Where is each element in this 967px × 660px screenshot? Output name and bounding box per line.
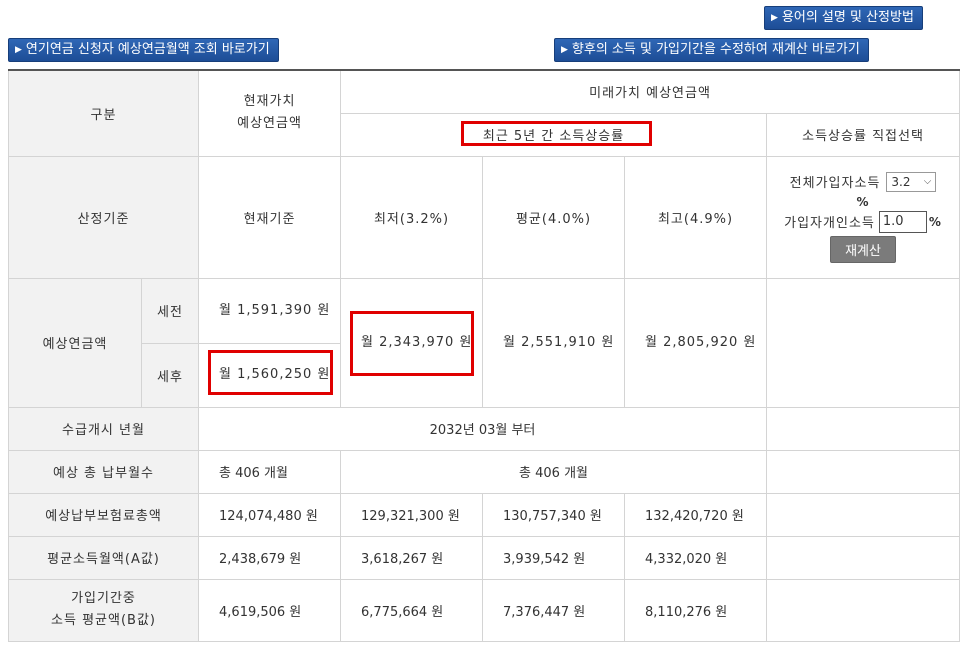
- criteria-high: 최고(4.9%): [624, 155, 768, 279]
- b-value-current: 4,619,506 원: [198, 578, 342, 642]
- start-date-label: 수급개시 년월: [7, 406, 200, 451]
- personal-income-label: 가입자개인소득: [784, 216, 875, 231]
- percent-unit: %: [856, 194, 870, 209]
- criteria-label: 산정기준: [7, 155, 200, 279]
- b-value-low: 6,775,664 원: [340, 578, 484, 642]
- chevron-down-icon: ⌵: [923, 175, 932, 187]
- custom-rate-header: 소득상승률 직접선택: [766, 112, 961, 157]
- empty-cell: [766, 492, 961, 537]
- premium-total-label: 예상납부보험료총액: [7, 492, 200, 537]
- premium-low: 129,321,300 원: [340, 492, 484, 537]
- criteria-avg: 평균(4.0%): [482, 155, 626, 279]
- a-value-label: 평균소득월액(A값): [7, 535, 200, 580]
- criteria-low: 최저(3.2%): [340, 155, 484, 279]
- recalculate-link-button[interactable]: ▶ 향후의 소득 및 가입기간을 수정하여 재계산 바로가기: [554, 38, 869, 62]
- future-value-header: 미래가치 예상연금액: [340, 69, 961, 114]
- current-posttax-amount: 월 1,560,250 원: [198, 342, 342, 408]
- premium-high: 132,420,720 원: [624, 492, 768, 537]
- pension-estimate-table: 구분 현재가치 예상연금액 미래가치 예상연금액 최근 5년 간 소득상승률 소…: [7, 69, 961, 642]
- arrow-right-icon: ▶: [15, 45, 22, 55]
- high-pension-amount: 월 2,805,920 원: [624, 277, 768, 408]
- b-value-avg: 7,376,447 원: [482, 578, 626, 642]
- glossary-button[interactable]: ▶ 용어의 설명 및 산정방법: [764, 6, 923, 30]
- posttax-label: 세후: [140, 342, 200, 408]
- current-total-months: 총 406 개월: [198, 449, 342, 494]
- current-pretax-amount: 월 1,591,390 원: [198, 277, 342, 344]
- all-income-rate-value: 3.2: [891, 174, 911, 189]
- category-header: 구분: [7, 69, 200, 157]
- rate-controls-cell: 전체가입자소득 3.2 ⌵ % 가입자개인소득 1.0 % 재계산: [766, 155, 961, 279]
- premium-current: 124,074,480 원: [198, 492, 342, 537]
- recalculate-button[interactable]: 재계산: [830, 235, 896, 263]
- empty-cell: [766, 277, 961, 408]
- total-months-label: 예상 총 납부월수: [7, 449, 200, 494]
- personal-income-rate-input[interactable]: 1.0: [878, 210, 927, 233]
- start-date-value: 2032년 03월 부터: [198, 406, 768, 451]
- empty-cell: [766, 406, 961, 451]
- lookup-button-label: 연기연금 신청자 예상연금월액 조회 바로가기: [25, 42, 270, 57]
- a-value-avg: 3,939,542 원: [482, 535, 626, 580]
- pretax-label: 세전: [140, 277, 200, 344]
- all-income-label: 전체가입자소득: [789, 176, 881, 191]
- percent-unit-2: %: [928, 214, 942, 229]
- glossary-button-label: 용어의 설명 및 산정방법: [781, 10, 914, 25]
- a-value-low: 3,618,267 원: [340, 535, 484, 580]
- a-value-high: 4,332,020 원: [624, 535, 768, 580]
- lookup-deferred-pension-button[interactable]: ▶ 연기연금 신청자 예상연금월액 조회 바로가기: [8, 38, 279, 62]
- arrow-right-icon: ▶: [771, 13, 778, 23]
- pension-label: 예상연금액: [8, 277, 142, 408]
- all-income-rate-select[interactable]: 3.2 ⌵: [886, 171, 937, 192]
- b-value-label: 가입기간중 소득 평균액(B값): [7, 578, 200, 642]
- all-income-row: 전체가입자소득 3.2 ⌵: [767, 171, 959, 192]
- personal-income-row: 가입자개인소득 1.0 %: [767, 210, 959, 233]
- low-pension-amount: 월 2,343,970 원: [340, 277, 484, 408]
- arrow-right-icon: ▶: [561, 45, 568, 55]
- criteria-current: 현재기준: [198, 155, 342, 279]
- recent-rate-header: 최근 5년 간 소득상승률: [340, 112, 768, 157]
- empty-cell: [766, 535, 961, 580]
- future-total-months: 총 406 개월: [340, 449, 768, 494]
- empty-cell: [766, 449, 961, 494]
- avg-pension-amount: 월 2,551,910 원: [482, 277, 626, 408]
- empty-cell: [766, 578, 961, 642]
- premium-avg: 130,757,340 원: [482, 492, 626, 537]
- a-value-current: 2,438,679 원: [198, 535, 342, 580]
- recalc-link-label: 향후의 소득 및 가입기간을 수정하여 재계산 바로가기: [571, 42, 860, 57]
- present-value-header: 현재가치 예상연금액: [198, 69, 342, 157]
- b-value-high: 8,110,276 원: [624, 578, 768, 642]
